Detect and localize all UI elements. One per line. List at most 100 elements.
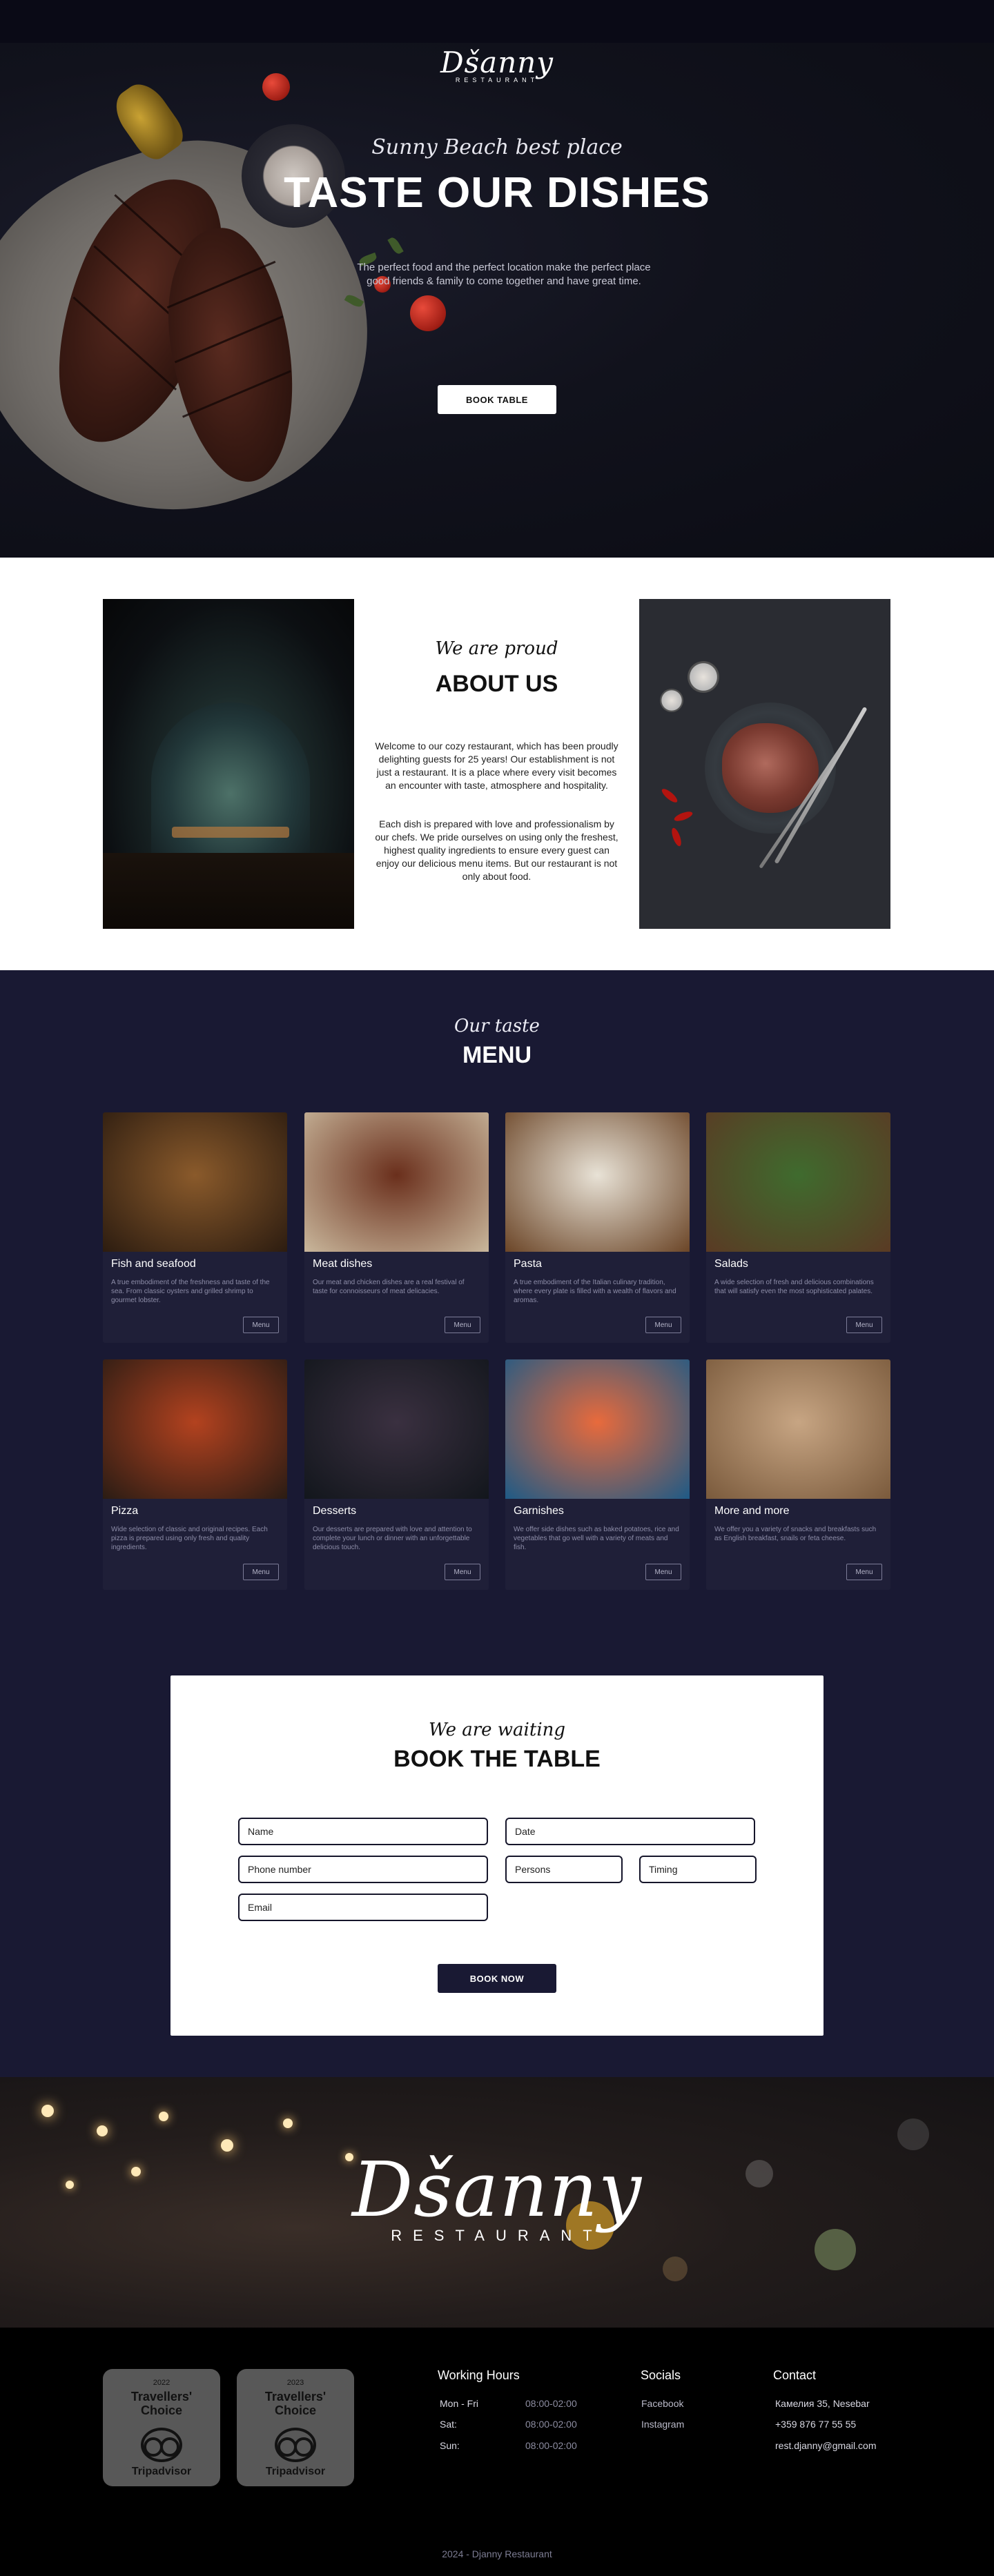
about-tagline: We are proud <box>435 638 558 659</box>
menu-card-description: A true embodiment of the Italian culinar… <box>514 1279 676 1304</box>
menu-button[interactable]: Menu <box>243 1564 279 1580</box>
badge-line-2: Choice <box>140 2403 182 2417</box>
about-section: We are proud ABOUT US Welcome to our coz… <box>0 558 994 970</box>
phone-field[interactable] <box>238 1856 488 1883</box>
menu-card-image <box>706 1359 890 1499</box>
tbone-steak-image <box>639 599 890 929</box>
menu-button[interactable]: Menu <box>445 1317 480 1333</box>
menu-card-image <box>505 1112 690 1252</box>
book-now-button[interactable]: BOOK NOW <box>438 1964 556 1993</box>
hours-day: Mon - Fri <box>440 2398 478 2409</box>
badge-brand: Tripadvisor <box>265 2466 326 2477</box>
menu-card-title: More and more <box>714 1505 790 1517</box>
menu-card-description: We offer side dishes such as baked potat… <box>514 1526 679 1551</box>
hours-day: Sun: <box>440 2440 460 2451</box>
menu-title: MENU <box>462 1042 532 1068</box>
about-title: ABOUT US <box>435 671 558 697</box>
menu-card-title: Garnishes <box>514 1505 564 1517</box>
menu-card-description: Our desserts are prepared with love and … <box>313 1526 472 1551</box>
working-hours-title: Working Hours <box>438 2368 520 2382</box>
banner-logo: Dšanny RESTAURANT <box>0 2148 994 2245</box>
menu-card-image <box>304 1112 489 1252</box>
menu-card-image <box>103 1359 287 1499</box>
menu-card-description: Our meat and chicken dishes are a real f… <box>313 1279 465 1295</box>
menu-card[interactable]: Pasta A true embodiment of the Italian c… <box>505 1112 690 1343</box>
tripadvisor-owl-icon <box>141 2428 182 2462</box>
hero-tagline: Sunny Beach best place <box>371 135 623 159</box>
menu-button[interactable]: Menu <box>645 1317 681 1333</box>
menu-card-description: We offer you a variety of snacks and bre… <box>714 1526 877 1542</box>
menu-card-image <box>706 1112 890 1252</box>
contact-address: Камелия 35, Nesebar <box>775 2398 870 2409</box>
date-field[interactable] <box>505 1818 755 1845</box>
badge-line-1: Travellers' <box>130 2390 193 2403</box>
menu-card[interactable]: Salads A wide selection of fresh and del… <box>706 1112 890 1343</box>
menu-button[interactable]: Menu <box>243 1317 279 1333</box>
copyright: 2024 - Djanny Restaurant <box>442 2548 552 2559</box>
contact-phone[interactable]: +359 876 77 55 55 <box>775 2419 856 2430</box>
facebook-link[interactable]: Facebook <box>641 2398 683 2409</box>
hours-day: Sat: <box>440 2419 457 2430</box>
hero-section: Dšanny RESTAURANT Sunny Beach best place… <box>0 0 994 558</box>
menu-card-description: A wide selection of fresh and delicious … <box>714 1279 874 1295</box>
menu-card-title: Desserts <box>313 1505 357 1517</box>
menu-card-title: Fish and seafood <box>111 1258 196 1270</box>
badge-year: 2023 <box>286 2379 304 2387</box>
menu-button[interactable]: Menu <box>645 1564 681 1580</box>
travellers-choice-badge: 2022 Travellers' Choice Tripadvisor <box>103 2369 220 2486</box>
name-field[interactable] <box>238 1818 488 1845</box>
menu-card-title: Pasta <box>514 1258 542 1270</box>
badge-line-1: Travellers' <box>264 2390 327 2403</box>
persons-field[interactable] <box>505 1856 623 1883</box>
menu-button[interactable]: Menu <box>846 1564 882 1580</box>
instagram-link[interactable]: Instagram <box>641 2419 684 2430</box>
restaurant-banner: Dšanny RESTAURANT <box>0 2077 994 2328</box>
travellers-choice-badge: 2023 Travellers' Choice Tripadvisor <box>237 2369 354 2486</box>
hours-time: 08:00-02:00 <box>525 2440 577 2451</box>
about-paragraph-1: Welcome to our cozy restaurant, which ha… <box>375 740 618 791</box>
menu-card-image <box>505 1359 690 1499</box>
menu-card-image <box>103 1112 287 1252</box>
restaurant-interior-image <box>103 599 354 929</box>
menu-card-image <box>304 1359 489 1499</box>
tripadvisor-owl-icon <box>275 2428 316 2462</box>
menu-card[interactable]: More and more We offer you a variety of … <box>706 1359 890 1590</box>
email-field[interactable] <box>238 1894 488 1921</box>
timing-field[interactable] <box>639 1856 757 1883</box>
contact-title: Contact <box>773 2368 817 2382</box>
socials-title: Socials <box>641 2368 681 2382</box>
hours-time: 08:00-02:00 <box>525 2419 577 2430</box>
menu-card[interactable]: Meat dishes Our meat and chicken dishes … <box>304 1112 489 1343</box>
hero-logo[interactable]: Dšanny RESTAURANT <box>0 46 994 83</box>
hero-top-band <box>0 0 994 43</box>
menu-card-description: A true embodiment of the freshness and t… <box>111 1279 270 1304</box>
menu-card[interactable]: Fish and seafood A true embodiment of th… <box>103 1112 287 1343</box>
menu-card[interactable]: Desserts Our desserts are prepared with … <box>304 1359 489 1590</box>
menu-card-description: Wide selection of classic and original r… <box>111 1526 268 1551</box>
herb-image <box>387 235 404 256</box>
badge-line-2: Choice <box>274 2403 316 2417</box>
menu-section: Our taste MENU Fish and seafood A true e… <box>0 970 994 1634</box>
menu-card[interactable]: Pizza Wide selection of classic and orig… <box>103 1359 287 1590</box>
menu-button[interactable]: Menu <box>846 1317 882 1333</box>
logo-wordmark: Dšanny <box>440 46 554 79</box>
footer: 2022 Travellers' Choice Tripadvisor 2023… <box>0 2328 994 2576</box>
book-table-button[interactable]: BOOK TABLE <box>438 385 556 414</box>
booking-section: We are waiting BOOK THE TABLE BOOK NOW <box>0 1634 994 2077</box>
contact-email[interactable]: rest.djanny@gmail.com <box>775 2440 877 2451</box>
logo-subtitle: RESTAURANT <box>455 77 539 83</box>
booking-tagline: We are waiting <box>428 1720 566 1740</box>
hero-text: The perfect food and the perfect locatio… <box>357 262 651 287</box>
booking-form-card: We are waiting BOOK THE TABLE BOOK NOW <box>170 1675 824 2036</box>
menu-tagline: Our taste <box>454 1016 540 1036</box>
menu-card-title: Meat dishes <box>313 1258 373 1270</box>
tomato-image <box>410 295 446 331</box>
banner-logo-subtitle: RESTAURANT <box>391 2227 603 2244</box>
menu-card-title: Pizza <box>111 1505 139 1517</box>
menu-card[interactable]: Garnishes We offer side dishes such as b… <box>505 1359 690 1590</box>
about-paragraph-2: Each dish is prepared with love and prof… <box>375 818 618 882</box>
badge-brand: Tripadvisor <box>131 2466 192 2477</box>
menu-button[interactable]: Menu <box>445 1564 480 1580</box>
badge-year: 2022 <box>153 2379 170 2387</box>
hero-title: TASTE OUR DISHES <box>284 169 710 217</box>
